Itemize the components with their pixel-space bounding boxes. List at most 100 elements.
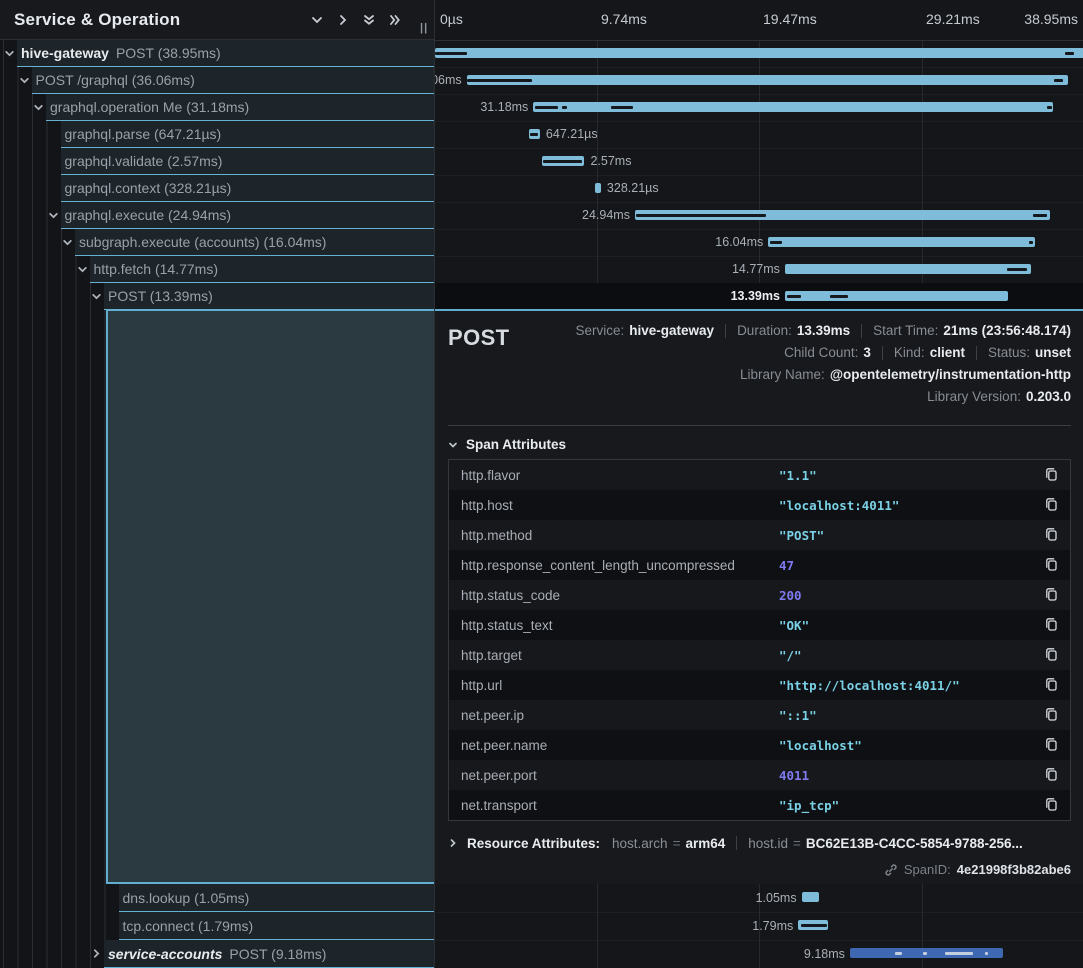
operation-label: graphql.context (328.21µs): [65, 180, 232, 196]
tree-row[interactable]: tcp.connect (1.79ms): [0, 912, 434, 940]
resource-key: host.id: [748, 836, 788, 851]
operation-label: dns.lookup (1.05ms): [123, 890, 250, 906]
chevron-down-icon[interactable]: [77, 264, 88, 275]
child-span-marker: [611, 106, 633, 109]
attribute-row: http.url"http://localhost:4011/": [449, 670, 1070, 700]
status-label: Status:: [988, 345, 1030, 360]
timeline-row[interactable]: 1.05ms: [435, 884, 1083, 913]
attribute-value: "localhost": [779, 738, 1044, 753]
divider: [725, 324, 726, 338]
tree-row[interactable]: subgraph.execute (accounts) (16.04ms): [0, 229, 434, 256]
span-name: tcp.connect (1.79ms): [119, 912, 435, 940]
span-bar[interactable]: [785, 291, 1008, 301]
tree-row[interactable]: POST /graphql (36.06ms): [0, 67, 434, 94]
operation-label: http.fetch (14.77ms): [94, 261, 219, 277]
copy-icon[interactable]: [1044, 587, 1060, 603]
collapse-all-icon[interactable]: [356, 8, 382, 32]
copy-icon[interactable]: [1044, 527, 1060, 543]
indent-guides: [3, 67, 20, 94]
chevron-down-icon[interactable]: [91, 291, 102, 302]
tree-row[interactable]: graphql.operation Me (31.18ms): [0, 94, 434, 121]
library-name-value: @opentelemetry/instrumentation-http: [830, 367, 1071, 382]
timeline-row[interactable]: 16.04ms: [435, 229, 1083, 257]
timeline-row[interactable]: 328.21µs: [435, 175, 1083, 203]
collapse-one-icon[interactable]: [304, 8, 330, 32]
copy-icon[interactable]: [1044, 617, 1060, 633]
child-span-marker: [530, 133, 538, 136]
attribute-key: net.peer.port: [461, 768, 779, 783]
copy-icon[interactable]: [1044, 767, 1060, 783]
indent-guides: [3, 121, 49, 148]
panel-resize-handle[interactable]: ||: [420, 22, 428, 34]
timeline-row[interactable]: [435, 40, 1083, 68]
attribute-key: http.method: [461, 528, 779, 543]
span-bar[interactable]: [435, 48, 1083, 58]
start-time-value: 21ms (23:56:48.174): [943, 323, 1071, 338]
tree-row[interactable]: POST (13.39ms): [0, 283, 434, 310]
copy-icon[interactable]: [1044, 557, 1060, 573]
span-attributes-header[interactable]: Span Attributes: [448, 437, 1071, 452]
span-bar[interactable]: [467, 75, 1068, 85]
chevron-down-icon[interactable]: [19, 75, 30, 86]
tree-row[interactable]: dns.lookup (1.05ms): [0, 884, 434, 912]
tree-row[interactable]: hive-gatewayPOST (38.95ms): [0, 40, 434, 67]
tree-row[interactable]: graphql.context (328.21µs): [0, 175, 434, 202]
span-bar[interactable]: [785, 264, 1031, 274]
timeline-row[interactable]: 9.18ms: [435, 940, 1083, 968]
indent-guides: [3, 283, 92, 310]
span-bar[interactable]: [768, 237, 1035, 247]
tree-row[interactable]: service-accountsPOST (9.18ms): [0, 940, 434, 968]
timeline-row[interactable]: 13.39ms: [435, 283, 1083, 311]
timeline-row[interactable]: 2.57ms: [435, 148, 1083, 176]
trace-viewer: hive-gatewayPOST (38.95ms)POST /graphql …: [0, 0, 1083, 968]
copy-icon[interactable]: [1044, 647, 1060, 663]
chevron-right-icon[interactable]: [91, 948, 102, 959]
copy-icon[interactable]: [1044, 797, 1060, 813]
copy-icon[interactable]: [1044, 467, 1060, 483]
link-icon[interactable]: [884, 863, 898, 877]
timeline-row[interactable]: 31.18ms: [435, 94, 1083, 122]
attribute-row: http.status_code200: [449, 580, 1070, 610]
detail-line-4: Library Version: 0.203.0: [927, 387, 1071, 406]
copy-icon[interactable]: [1044, 737, 1060, 753]
resource-attributes-row[interactable]: Resource Attributes: host.arch = arm64 h…: [448, 833, 1071, 853]
child-span-marker: [1054, 79, 1063, 82]
copy-icon[interactable]: [1044, 707, 1060, 723]
detail-line-2: Child Count: 3 Kind: client Status: unse…: [784, 343, 1071, 362]
chevron-down-icon[interactable]: [62, 237, 73, 248]
tree-row[interactable]: graphql.parse (647.21µs): [0, 121, 434, 148]
attribute-key: http.url: [461, 678, 779, 693]
divider: [736, 836, 737, 850]
timeline-row[interactable]: 1.79ms: [435, 912, 1083, 941]
timeline-row[interactable]: 36.06ms: [435, 67, 1083, 95]
child-span-marker: [435, 52, 467, 55]
timeline-row[interactable]: 24.94ms: [435, 202, 1083, 230]
span-bar[interactable]: [595, 183, 600, 193]
attribute-row: net.peer.port4011: [449, 760, 1070, 790]
indent-guides: [3, 229, 63, 256]
child-span-marker: [985, 952, 988, 955]
chevron-down-icon[interactable]: [33, 102, 44, 113]
span-name: graphql.validate (2.57ms): [61, 148, 435, 175]
span-bar[interactable]: [802, 892, 819, 902]
timeline-row[interactable]: 647.21µs: [435, 121, 1083, 149]
attribute-key: http.status_text: [461, 618, 779, 633]
child-span-marker: [1029, 241, 1033, 244]
chevron-down-icon[interactable]: [4, 48, 15, 59]
tree-row[interactable]: http.fetch (14.77ms): [0, 256, 434, 283]
chevron-down-icon[interactable]: [48, 210, 59, 221]
expand-one-icon[interactable]: [330, 8, 356, 32]
attribute-value: 47: [779, 558, 1044, 573]
tree-row[interactable]: graphql.validate (2.57ms): [0, 148, 434, 175]
timeline-row[interactable]: 14.77ms: [435, 256, 1083, 284]
operation-label: graphql.operation Me (31.18ms): [50, 99, 249, 115]
copy-icon[interactable]: [1044, 677, 1060, 693]
attribute-key: http.target: [461, 648, 779, 663]
expand-all-icon[interactable]: [382, 8, 408, 32]
equals: =: [793, 836, 801, 851]
copy-icon[interactable]: [1044, 497, 1060, 513]
tree-row[interactable]: graphql.execute (24.94ms): [0, 202, 434, 229]
child-count-value: 3: [863, 345, 871, 360]
service-label: Service:: [575, 323, 624, 338]
span-name: service-accountsPOST (9.18ms): [104, 940, 434, 968]
